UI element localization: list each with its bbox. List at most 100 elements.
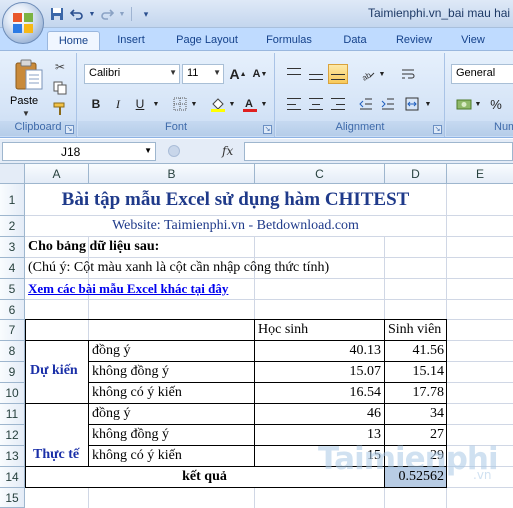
column-header-b[interactable]: B (89, 164, 255, 184)
name-box[interactable]: J18 ▼ (2, 142, 156, 161)
merge-dropdown-icon[interactable]: ▼ (422, 94, 434, 114)
row-label[interactable]: không có ý kiến (92, 446, 182, 466)
row-header-14[interactable]: 14 (0, 467, 25, 488)
cut-icon[interactable]: ✂ (52, 59, 68, 75)
value-cell-d9[interactable]: 15.14 (385, 362, 445, 382)
row-header-5[interactable]: 5 (0, 279, 25, 300)
intro-text[interactable]: Cho bảng dữ liệu sau: (28, 237, 159, 257)
shrink-font-button[interactable]: A ▼ (250, 64, 270, 84)
office-button[interactable] (2, 2, 44, 44)
row-label[interactable]: đồng ý (92, 341, 131, 361)
tab-data[interactable]: Data (335, 31, 375, 50)
clipboard-launcher-icon[interactable]: ↘ (65, 125, 74, 134)
copy-icon[interactable] (52, 80, 68, 96)
undo-icon[interactable] (68, 5, 86, 23)
orientation-icon[interactable]: ab (358, 64, 378, 84)
font-launcher-icon[interactable]: ↘ (263, 125, 272, 134)
paste-icon[interactable] (14, 59, 44, 91)
tab-home[interactable]: Home (47, 31, 100, 50)
row-header-3[interactable]: 3 (0, 237, 25, 258)
value-cell-c8[interactable]: 40.13 (255, 341, 382, 361)
increase-indent-icon[interactable] (378, 94, 398, 114)
value-cell-d10[interactable]: 17.78 (385, 383, 445, 403)
currency-dropdown-icon[interactable]: ▼ (472, 94, 484, 114)
sheet-website[interactable]: Website: Taimienphi.vn - Betdownload.com (25, 216, 446, 236)
row-header-7[interactable]: 7 (0, 320, 25, 341)
font-color-dropdown-icon[interactable]: ▼ (258, 94, 270, 114)
format-painter-icon[interactable] (52, 101, 68, 117)
row-label[interactable]: không có ý kiến (92, 383, 182, 403)
grow-font-button[interactable]: A ▲ (228, 64, 248, 84)
row-header-2[interactable]: 2 (0, 216, 25, 237)
group-du-kien[interactable]: Dự kiến (30, 361, 78, 381)
row-header-9[interactable]: 9 (0, 362, 25, 383)
tab-formulas[interactable]: Formulas (258, 31, 320, 50)
align-middle-icon[interactable] (306, 64, 326, 84)
row-header-1[interactable]: 1 (0, 184, 25, 216)
decrease-indent-icon[interactable] (356, 94, 376, 114)
row-label[interactable]: không đồng ý (92, 425, 169, 445)
header-hoc-sinh[interactable]: Học sinh (258, 320, 308, 340)
underline-button[interactable]: U (130, 94, 150, 114)
borders-dropdown-icon[interactable]: ▼ (188, 94, 200, 114)
row-label[interactable]: không đồng ý (92, 362, 169, 382)
insert-function-button[interactable]: fx (222, 144, 233, 158)
number-format-select[interactable]: General (451, 64, 513, 84)
wrap-text-icon[interactable] (398, 64, 418, 84)
redo-dropdown-icon[interactable]: ▼ (118, 5, 126, 23)
fill-color-icon[interactable] (208, 94, 228, 114)
currency-icon[interactable] (454, 94, 474, 114)
undo-dropdown-icon[interactable]: ▼ (88, 5, 96, 23)
value-cell-d11[interactable]: 34 (385, 404, 444, 424)
value-cell-d8[interactable]: 41.56 (385, 341, 445, 361)
row-header-6[interactable]: 6 (0, 300, 25, 320)
paste-dropdown-icon[interactable]: ▼ (22, 109, 30, 118)
customize-icon[interactable]: ▾ (137, 5, 155, 23)
row-header-13[interactable]: 13 (0, 446, 25, 467)
column-header-d[interactable]: D (385, 164, 447, 184)
percent-icon[interactable]: % (486, 94, 506, 114)
save-icon[interactable] (48, 5, 66, 23)
row-label[interactable]: đồng ý (92, 404, 131, 424)
align-center-icon[interactable] (306, 94, 326, 114)
orientation-dropdown-icon[interactable]: ▼ (376, 64, 388, 84)
header-sinh-vien[interactable]: Sinh viên (388, 320, 441, 340)
borders-icon[interactable] (170, 94, 190, 114)
column-header-c[interactable]: C (255, 164, 385, 184)
column-header-e[interactable]: E (447, 164, 513, 184)
align-top-icon[interactable] (284, 64, 304, 84)
align-right-icon[interactable] (328, 94, 348, 114)
font-size-select[interactable]: 11 ▼ (182, 64, 224, 84)
tab-insert[interactable]: Insert (106, 31, 156, 50)
value-cell-c9[interactable]: 15.07 (255, 362, 382, 382)
row-header-15[interactable]: 15 (0, 488, 25, 508)
group-thuc-te[interactable]: Thực tế (33, 445, 79, 465)
fill-dropdown-icon[interactable]: ▼ (226, 94, 238, 114)
font-color-icon[interactable]: A (240, 94, 260, 114)
align-bottom-icon[interactable] (328, 64, 348, 84)
alignment-launcher-icon[interactable]: ↘ (433, 125, 442, 134)
value-cell-c10[interactable]: 16.54 (255, 383, 382, 403)
font-family-select[interactable]: Calibri ▼ (84, 64, 180, 84)
tab-page-layout[interactable]: Page Layout (168, 31, 246, 50)
formula-bar-resize-handle[interactable] (168, 145, 180, 157)
select-all-corner[interactable] (0, 164, 25, 184)
paste-button[interactable]: Paste (10, 95, 38, 107)
row-header-10[interactable]: 10 (0, 383, 25, 404)
note-text[interactable]: (Chú ý: Cột màu xanh là cột cần nhập côn… (28, 258, 329, 278)
align-left-icon[interactable] (284, 94, 304, 114)
formula-input[interactable] (244, 142, 513, 161)
merge-center-icon[interactable] (402, 94, 422, 114)
row-header-12[interactable]: 12 (0, 425, 25, 446)
redo-icon[interactable] (98, 5, 116, 23)
row-header-4[interactable]: 4 (0, 258, 25, 279)
column-header-a[interactable]: A (25, 164, 89, 184)
value-cell-c11[interactable]: 46 (255, 404, 381, 424)
tab-view[interactable]: View (453, 31, 493, 50)
more-samples-link[interactable]: Xem các bài mẫu Excel khác tại đây (28, 279, 228, 299)
row-header-11[interactable]: 11 (0, 404, 25, 425)
underline-dropdown-icon[interactable]: ▼ (150, 94, 162, 114)
sheet-title[interactable]: Bài tập mẫu Excel sử dụng hàm CHITEST (25, 190, 446, 210)
tab-review[interactable]: Review (388, 31, 440, 50)
row-header-8[interactable]: 8 (0, 341, 25, 362)
